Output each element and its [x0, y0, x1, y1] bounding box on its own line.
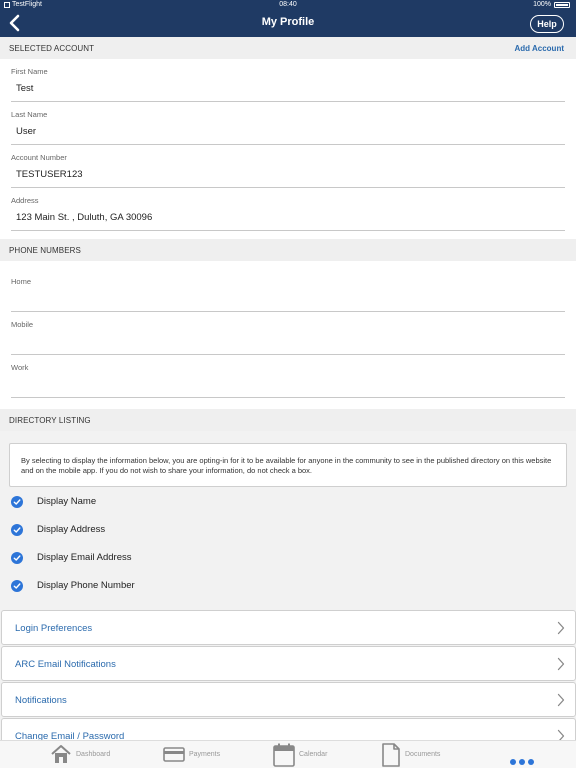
- tab-label: Calendar: [299, 751, 328, 758]
- field-label: First Name: [11, 67, 48, 76]
- account-number-field[interactable]: Account Number TESTUSER123: [0, 145, 576, 188]
- field-label: Mobile: [11, 320, 34, 329]
- display-phone-option[interactable]: Display Phone Number: [0, 575, 576, 597]
- checkmark-icon[interactable]: [11, 580, 23, 592]
- section-title: SELECTED ACCOUNT: [9, 44, 95, 53]
- directory-notice: By selecting to display the information …: [9, 443, 567, 487]
- selected-account-header: SELECTED ACCOUNT Add Account: [0, 37, 576, 59]
- menu-label: Notifications: [15, 695, 67, 706]
- battery-icon: [554, 1, 570, 8]
- display-name-option[interactable]: Display Name: [0, 491, 576, 513]
- credit-card-icon: [163, 747, 185, 762]
- dot: [510, 759, 516, 765]
- field-underline: [11, 230, 565, 231]
- mobile-phone-field[interactable]: Mobile: [0, 312, 576, 355]
- tab-documents[interactable]: Documents: [382, 741, 462, 768]
- arc-email-notifications-row[interactable]: ARC Email Notifications: [1, 646, 576, 681]
- tab-dashboard[interactable]: Dashboard: [50, 741, 120, 768]
- status-time: 08:40: [279, 1, 297, 8]
- status-bar: TestFlight 08:40 100%: [0, 0, 576, 10]
- display-address-option[interactable]: Display Address: [0, 519, 576, 541]
- chevron-right-icon: [557, 693, 565, 707]
- home-phone-field[interactable]: Home: [0, 269, 576, 312]
- phone-fields: Home Mobile Work: [0, 261, 576, 409]
- home-icon: [51, 745, 71, 763]
- address-value[interactable]: 123 Main St. , Duluth, GA 30096: [16, 212, 152, 223]
- battery-label: 100%: [533, 1, 551, 8]
- checkmark-icon[interactable]: [11, 496, 23, 508]
- option-label: Display Address: [37, 524, 106, 535]
- dot: [528, 759, 534, 765]
- checkmark-icon[interactable]: [11, 552, 23, 564]
- tab-label: Payments: [189, 751, 221, 758]
- account-number-value[interactable]: TESTUSER123: [16, 169, 83, 180]
- field-underline: [11, 397, 565, 398]
- tab-bar: Dashboard Payments Calendar Documents: [0, 740, 576, 768]
- tab-calendar[interactable]: Calendar: [273, 741, 343, 768]
- chevron-right-icon: [557, 621, 565, 635]
- option-label: Display Email Address: [37, 552, 132, 563]
- tab-label: Documents: [405, 751, 441, 758]
- page-title: My Profile: [261, 16, 315, 28]
- battery-status: 100%: [533, 1, 570, 8]
- address-field[interactable]: Address 123 Main St. , Duluth, GA 30096: [0, 188, 576, 231]
- navigation-bar: My Profile Help: [0, 10, 576, 37]
- last-name-field[interactable]: Last Name User: [0, 102, 576, 145]
- work-phone-field[interactable]: Work: [0, 355, 576, 398]
- document-icon: [382, 743, 400, 767]
- notifications-row[interactable]: Notifications: [1, 682, 576, 717]
- calendar-icon: [273, 743, 295, 767]
- phone-numbers-header: PHONE NUMBERS: [0, 239, 576, 261]
- add-account-link[interactable]: Add Account: [515, 44, 564, 53]
- account-fields: First Name Test Last Name User Account N…: [0, 59, 576, 239]
- option-label: Display Name: [37, 496, 97, 507]
- section-title: DIRECTORY LISTING: [9, 416, 91, 425]
- tab-payments[interactable]: Payments: [163, 741, 233, 768]
- menu-label: Login Preferences: [15, 623, 93, 634]
- directory-listing-header: DIRECTORY LISTING: [0, 409, 576, 431]
- field-label: Account Number: [11, 153, 67, 162]
- field-label: Last Name: [11, 110, 48, 119]
- display-email-option[interactable]: Display Email Address: [0, 547, 576, 569]
- field-label: Work: [11, 363, 29, 372]
- chevron-right-icon: [557, 657, 565, 671]
- login-preferences-row[interactable]: Login Preferences: [1, 610, 576, 645]
- tab-label: Dashboard: [76, 751, 111, 758]
- checkmark-icon[interactable]: [11, 524, 23, 536]
- first-name-field[interactable]: First Name Test: [0, 59, 576, 102]
- dot: [519, 759, 525, 765]
- first-name-value[interactable]: Test: [16, 83, 33, 94]
- more-icon[interactable]: [510, 759, 534, 765]
- help-button[interactable]: Help: [530, 15, 564, 33]
- field-label: Home: [11, 277, 32, 286]
- option-label: Display Phone Number: [37, 580, 135, 591]
- field-label: Address: [11, 196, 39, 205]
- menu-label: ARC Email Notifications: [15, 659, 116, 670]
- last-name-value[interactable]: User: [16, 126, 36, 137]
- section-title: PHONE NUMBERS: [9, 246, 81, 255]
